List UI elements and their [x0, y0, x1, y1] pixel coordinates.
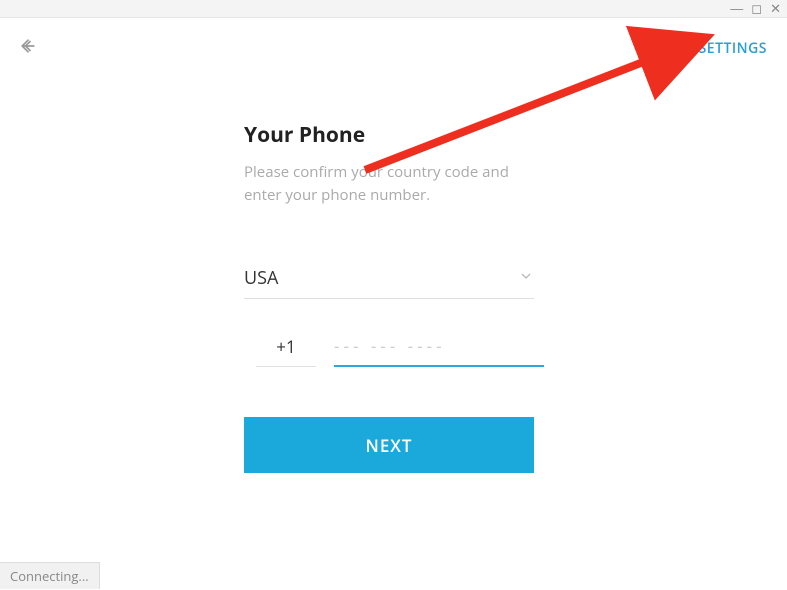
- country-label: USA: [244, 266, 278, 290]
- chevron-down-icon: [518, 267, 534, 289]
- maximize-button[interactable]: ◻: [751, 2, 762, 15]
- dial-code-input[interactable]: [256, 335, 316, 367]
- phone-input-row: [244, 334, 544, 367]
- close-button[interactable]: ✕: [770, 2, 781, 15]
- next-button[interactable]: NEXT: [244, 417, 534, 473]
- settings-link[interactable]: SETTINGS: [699, 39, 767, 58]
- minimize-button[interactable]: —: [730, 2, 743, 15]
- page-subtitle: Please confirm your country code and ent…: [244, 161, 544, 206]
- app-header: SETTINGS: [0, 18, 787, 61]
- status-connecting: Connecting...: [0, 562, 100, 589]
- country-select[interactable]: USA: [244, 266, 534, 299]
- back-button[interactable]: [18, 36, 38, 61]
- window-titlebar: — ◻ ✕: [0, 0, 787, 18]
- phone-number-input[interactable]: [334, 334, 544, 367]
- page-title: Your Phone: [244, 121, 544, 149]
- main-content: Your Phone Please confirm your country c…: [244, 121, 544, 473]
- arrow-left-icon: [18, 36, 38, 56]
